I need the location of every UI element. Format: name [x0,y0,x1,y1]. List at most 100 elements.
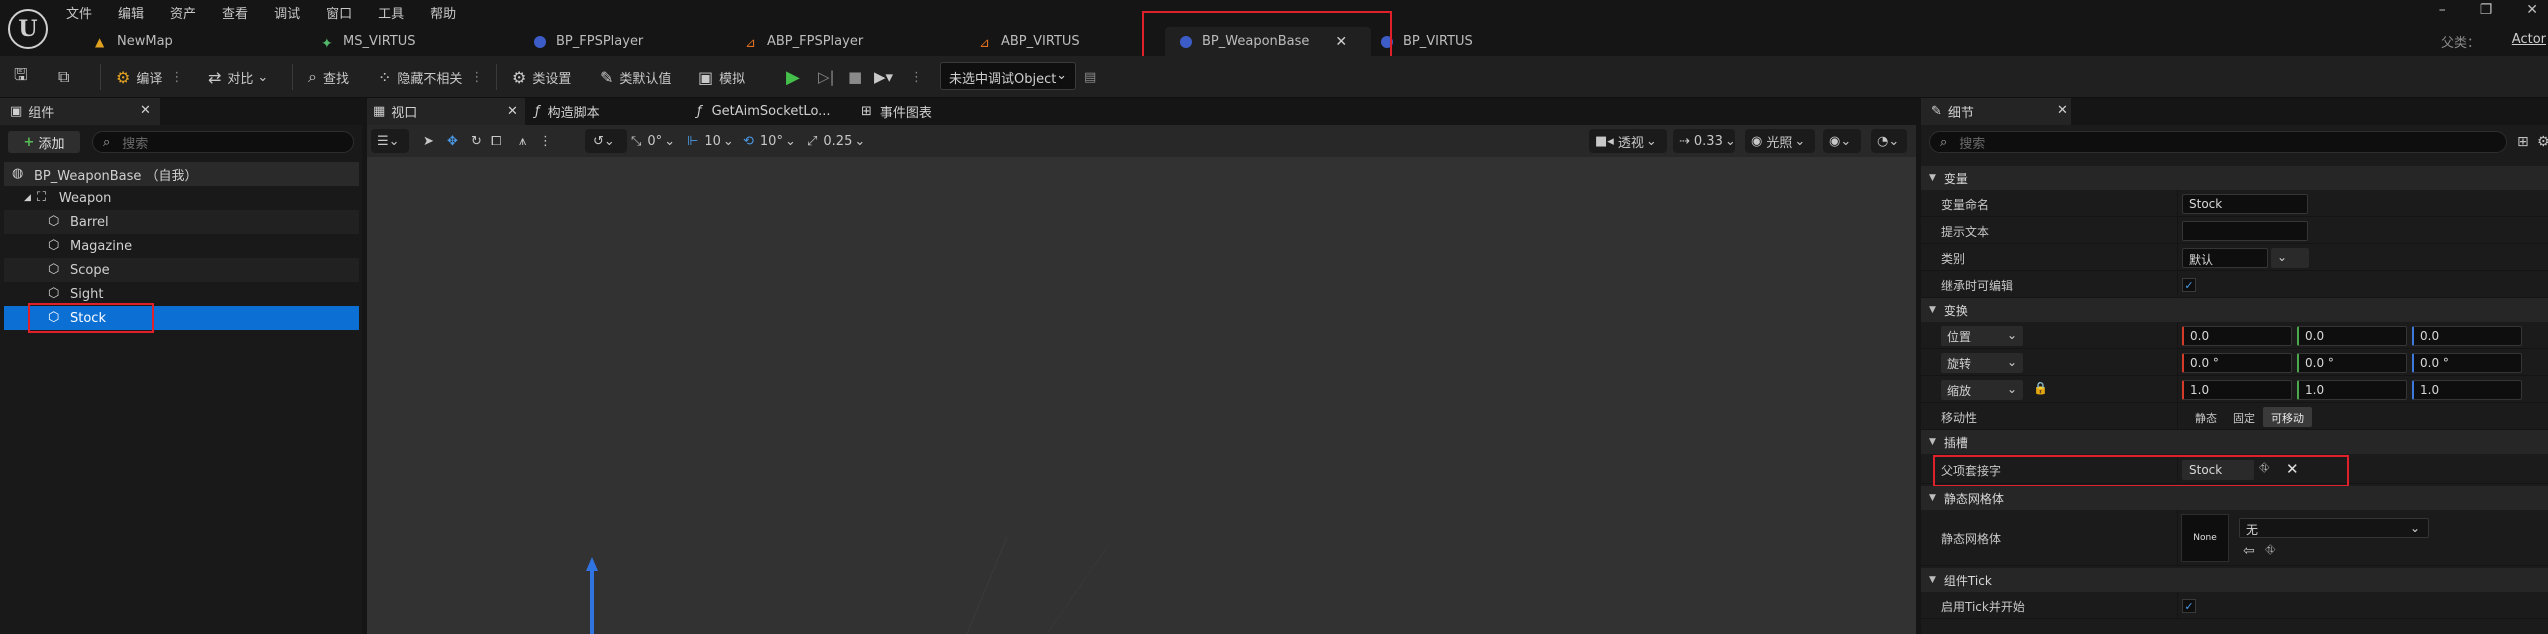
tab-construction-script[interactable]: ƒ 构造脚本 [535,98,685,125]
scale-mode-icon[interactable]: ⧠ [491,125,501,157]
debug-filter-button[interactable]: ▤ [1084,56,1096,98]
static-mesh-thumbnail[interactable]: None [2181,514,2229,562]
debug-object-dropdown[interactable]: 未选中调试Object ⌄ [940,62,1076,90]
simulate-button[interactable]: ▣ 模拟 [698,56,745,98]
tab-abp-fpsplayer[interactable]: ⊿ ABP_FPSPlayer [745,27,979,56]
close-window-icon[interactable]: ✕ [2526,2,2538,18]
tree-item-scope[interactable]: ⬡ Scope [4,258,359,282]
variable-name-field[interactable]: Stock [2182,194,2308,214]
tree-root-row[interactable]: ◍ BP_WeaponBase （自我） [4,162,359,186]
unreal-logo-icon[interactable]: U [8,9,48,49]
editable-checkbox[interactable]: ✓ [2182,278,2196,292]
location-z-field[interactable]: 0.0 [2412,326,2522,346]
close-tab-icon[interactable]: ✕ [507,104,518,119]
play-button[interactable]: ▶ [786,56,800,98]
tab-get-aim-socket[interactable]: ƒ GetAimSocketLo... [697,98,847,125]
rotation-mode-dropdown[interactable]: 旋转 ⌄ [1941,353,2023,373]
static-mesh-picker[interactable]: 无 ⌄ [2239,518,2429,538]
tab-ms-virtus[interactable]: ✦ MS_VIRTUS [321,27,534,56]
viewport-canvas[interactable] [367,157,1916,634]
world-local-icon[interactable]: ⩚ [519,125,526,157]
tooltip-field[interactable] [2182,221,2308,241]
tab-bp-virtus[interactable]: BP_VIRTUS [1371,27,1511,56]
tab-event-graph[interactable]: ⊞ 事件图表 [861,98,1011,125]
expand-arrow-icon[interactable]: ◢ [24,193,31,203]
browse-button[interactable]: ⧉ [58,56,75,98]
menu-file[interactable]: 文件 [66,3,92,22]
menu-tools[interactable]: 工具 [378,3,404,22]
rotation-z-field[interactable]: 0.0 ° [2412,353,2522,373]
section-sockets[interactable]: ▼ 插槽 [1921,430,2548,454]
rotation-x-field[interactable]: 0.0 ° [2182,353,2292,373]
tab-details[interactable]: ✎ 细节 [1921,98,2071,125]
mobility-movable-option[interactable]: 可移动 [2263,407,2312,427]
scale-z-field[interactable]: 1.0 [2412,380,2522,400]
menu-view[interactable]: 查看 [222,3,248,22]
section-transform[interactable]: ▼ 变换 [1921,298,2548,322]
select-mode-icon[interactable]: ➤ [423,125,434,157]
class-defaults-button[interactable]: ✎ 类默认值 [600,56,671,98]
mobility-stationary-option[interactable]: 固定 [2225,407,2263,427]
simulate-label: 模拟 [719,71,746,87]
tab-abp-virtus[interactable]: ⊿ ABP_VIRTUS [979,27,1165,56]
tab-components[interactable]: ▣ 组件 [0,98,160,125]
details-search-input[interactable]: ⌕ 搜索 [1929,131,2507,153]
minimize-icon[interactable]: – [2439,2,2446,18]
location-y-field[interactable]: 0.0 [2297,326,2407,346]
compile-options-icon[interactable]: ⋮ [170,70,183,85]
start-with-tick-checkbox[interactable]: ✓ [2182,599,2196,613]
scale-y-field[interactable]: 1.0 [2297,380,2407,400]
tab-bp-fpsplayer[interactable]: BP_FPSPlayer [534,27,745,56]
rotation-y-field[interactable]: 0.0 ° [2297,353,2407,373]
mobility-static-option[interactable]: 静态 [2187,407,2225,427]
category-field[interactable]: 默认 [2182,248,2268,268]
location-snap-toggle[interactable]: ⤡ 0° ⌄ [631,125,675,157]
location-x-field[interactable]: 0.0 [2182,326,2292,346]
find-button[interactable]: ⌕ 查找 [308,56,349,98]
menu-assets[interactable]: 资产 [170,3,196,22]
menu-help[interactable]: 帮助 [430,3,456,22]
section-component-tick[interactable]: ▼ 组件Tick [1921,568,2548,592]
property-matrix-icon[interactable]: ⊞ [2517,134,2529,150]
tree-item-weapon[interactable]: ◢ ⛶ Weapon [4,186,359,210]
menu-debug[interactable]: 调试 [274,3,300,22]
maximize-icon[interactable]: ❐ [2480,2,2493,18]
scale-mode-dropdown[interactable]: 缩放 ⌄ [1941,380,2023,400]
more-options-icon[interactable]: ⋮ [539,125,552,157]
section-variable[interactable]: ▼ 变量 [1921,166,2548,190]
location-mode-dropdown[interactable]: 位置 ⌄ [1941,326,2023,346]
translate-mode-icon[interactable]: ✥ [447,125,458,157]
scale-snap-toggle[interactable]: ⤢ 0.25 ⌄ [807,125,865,157]
close-panel-icon[interactable]: ✕ [140,103,151,118]
save-button[interactable]: 🖫 [14,56,34,98]
menu-edit[interactable]: 编辑 [118,3,144,22]
close-panel-icon[interactable]: ✕ [2057,103,2068,118]
stop-button[interactable]: ■ [848,56,862,98]
menu-window[interactable]: 窗口 [326,3,352,22]
browse-asset-icon[interactable]: ⛗ [2265,543,2275,558]
step-button[interactable]: ▷| [818,56,835,98]
section-static-mesh[interactable]: ▼ 静态网格体 [1921,486,2548,510]
tree-item-magazine[interactable]: ⬡ Magazine [4,234,359,258]
hide-unrelated-button[interactable]: ⁘ 隐藏不相关 ⋮ [378,56,483,98]
rotate-mode-icon[interactable]: ↻ [471,125,482,157]
parent-class-link[interactable]: Actor [2512,32,2546,47]
diff-button[interactable]: ⇄ 对比 ⌄ [208,56,268,98]
tab-viewport[interactable]: ▦ 视口 ✕ [367,98,525,125]
more-options-icon[interactable]: ⋮ [470,70,483,85]
scale-x-field[interactable]: 1.0 [2182,380,2292,400]
grid-snap-toggle[interactable]: ⊩ 10 ⌄ [687,125,734,157]
class-settings-button[interactable]: ⚙ 类设置 [512,56,571,98]
compile-button[interactable]: ⚙ 编译 ⋮ [116,56,183,98]
use-selected-icon[interactable]: ⇦ [2243,543,2255,559]
tab-newmap[interactable]: ▲ NewMap [95,27,321,56]
eject-button[interactable]: ▶▾ [874,56,893,98]
play-options-button[interactable]: ⋮ [910,56,923,98]
components-search-input[interactable]: ⌕ 搜索 [92,131,354,153]
lock-icon[interactable]: 🔒 [2033,381,2048,395]
settings-icon[interactable]: ⚙ [2537,134,2548,150]
add-component-button[interactable]: + 添加 [8,131,80,153]
rotation-snap-toggle[interactable]: ⟲ 10° ⌄ [743,125,796,157]
tree-item-barrel[interactable]: ⬡ Barrel [4,210,359,234]
category-dropdown[interactable]: ⌄ [2271,248,2309,268]
